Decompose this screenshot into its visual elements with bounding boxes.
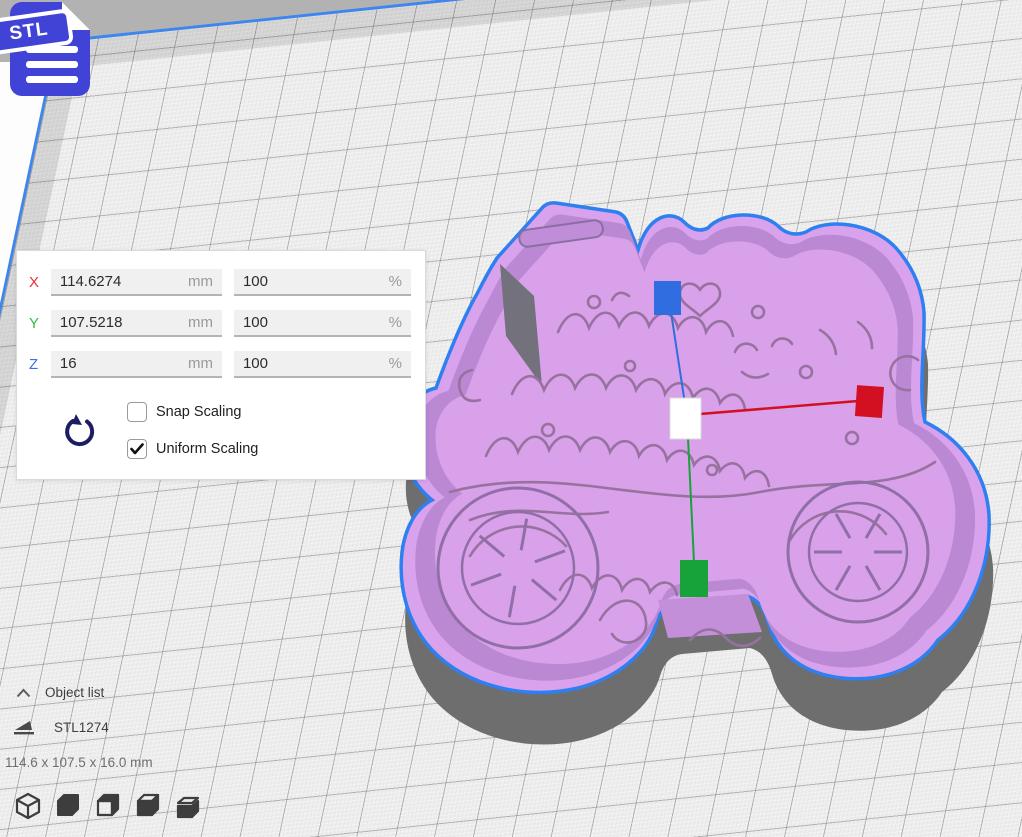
stl-file-icon: STL	[0, 0, 98, 100]
object-list-title: Object list	[45, 685, 104, 700]
view-front-button[interactable]	[54, 791, 82, 821]
scale-x-percent-input[interactable]	[243, 273, 383, 290]
cube-solid-icon	[54, 791, 82, 821]
scale-y-percent-field: %	[234, 310, 411, 337]
snap-scaling-row: Snap Scaling	[127, 401, 241, 423]
scale-z-percent-field: %	[234, 351, 411, 378]
scale-tool-panel: X mm % Y mm % Z mm %	[16, 250, 426, 480]
scale-y-percent-input[interactable]	[243, 314, 383, 331]
chevron-up-icon	[16, 688, 31, 698]
percent-label: %	[389, 273, 402, 290]
scale-y-mm-input[interactable]	[60, 314, 182, 331]
unit-label: mm	[188, 273, 213, 290]
object-list-header[interactable]: Object list	[16, 685, 104, 700]
axis-y-label: Y	[29, 315, 51, 332]
object-list-item[interactable]: STL1274	[13, 719, 109, 736]
scale-handle-z[interactable]	[654, 281, 681, 315]
view-3d-button[interactable]	[14, 791, 42, 821]
scale-row-x: X mm %	[29, 269, 411, 296]
scale-row-y: Y mm %	[29, 310, 411, 337]
uniform-scaling-row: Uniform Scaling	[127, 438, 258, 460]
scale-handle-center[interactable]	[670, 398, 701, 439]
scale-z-mm-field: mm	[51, 351, 222, 378]
model-dimensions-label: 114.6 x 107.5 x 16.0 mm	[5, 755, 153, 770]
view-left-button[interactable]	[134, 791, 162, 821]
uniform-scaling-label: Uniform Scaling	[156, 441, 258, 457]
reset-arrow-icon	[64, 413, 96, 447]
view-top-button[interactable]	[94, 791, 122, 821]
scale-handle-y[interactable]	[680, 560, 708, 597]
unit-label: mm	[188, 314, 213, 331]
reset-scale-button[interactable]	[63, 413, 97, 449]
axis-x-label: X	[29, 274, 51, 291]
snap-scaling-label: Snap Scaling	[156, 404, 241, 420]
scale-x-percent-field: %	[234, 269, 411, 296]
object-wedge-icon	[13, 719, 36, 736]
stl-badge-label: STL	[8, 18, 50, 45]
scale-z-mm-input[interactable]	[60, 355, 182, 372]
scale-z-percent-input[interactable]	[243, 355, 383, 372]
percent-label: %	[389, 314, 402, 331]
percent-label: %	[389, 355, 402, 372]
view-preset-toolbar	[14, 791, 202, 821]
scale-x-mm-input[interactable]	[60, 273, 182, 290]
scale-y-mm-field: mm	[51, 310, 222, 337]
object-item-name: STL1274	[54, 720, 109, 735]
unit-label: mm	[188, 355, 213, 372]
cube-front-face-icon	[94, 791, 122, 821]
cube-top-notch-icon	[134, 791, 162, 821]
cube-wireframe-icon	[14, 791, 42, 821]
axis-z-label: Z	[29, 356, 51, 373]
snap-scaling-checkbox[interactable]	[127, 402, 147, 422]
cube-lid-icon	[174, 791, 202, 821]
scale-handle-x[interactable]	[855, 385, 884, 418]
checkmark-icon	[130, 443, 144, 455]
uniform-scaling-checkbox[interactable]	[127, 439, 147, 459]
scale-row-z: Z mm %	[29, 351, 411, 378]
scale-x-mm-field: mm	[51, 269, 222, 296]
view-right-button[interactable]	[174, 791, 202, 821]
